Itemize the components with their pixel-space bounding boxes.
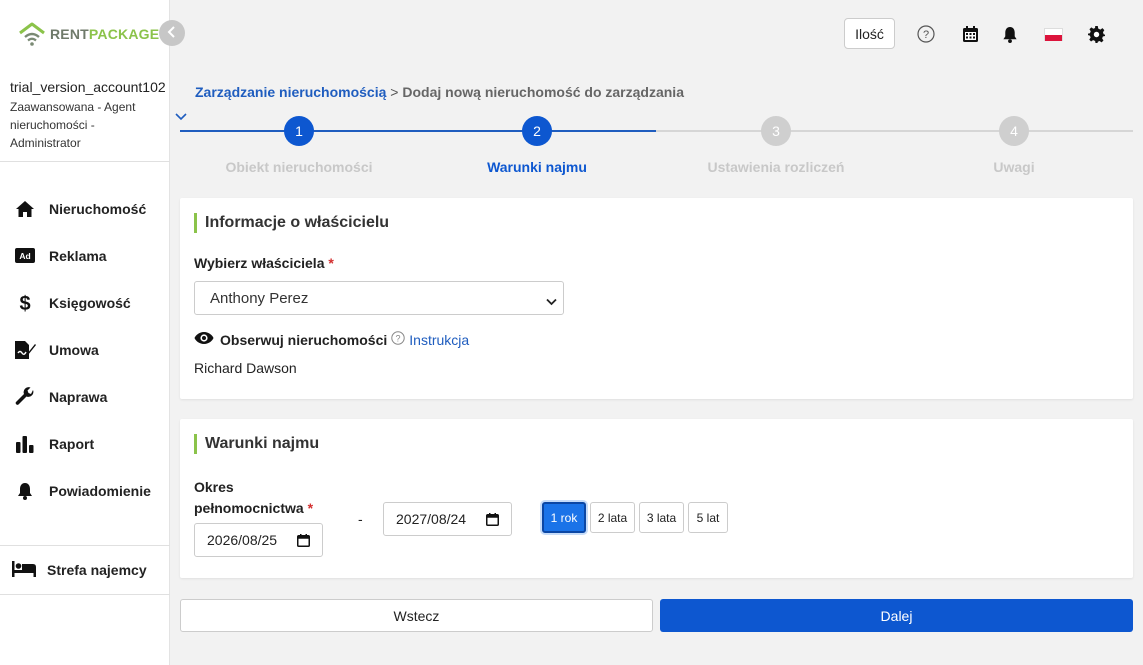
- step-4-circle[interactable]: 4: [999, 116, 1029, 146]
- svg-text:$: $: [19, 293, 30, 313]
- chevron-left-icon: [167, 25, 177, 41]
- calendar-icon[interactable]: [297, 534, 310, 550]
- wrench-icon: [14, 386, 36, 408]
- breadcrumb-current: Dodaj nową nieruchomość do zarządzania: [402, 84, 684, 100]
- home-icon: [14, 198, 36, 220]
- owner-select[interactable]: Anthony Perez: [194, 281, 564, 315]
- sidebar-item-umowa[interactable]: Umowa: [0, 326, 170, 373]
- wifi-house-icon: [18, 21, 46, 47]
- brand-logo[interactable]: RENTPACKAGE: [18, 20, 159, 48]
- brand-name: RENTPACKAGE: [50, 26, 159, 42]
- account-name: trial_version_account102: [10, 79, 166, 95]
- rental-terms-card: Warunki najmu Okres pełnomocnictwa * 202…: [180, 419, 1133, 578]
- bed-icon: [12, 560, 36, 580]
- date-range-separator: -: [358, 511, 363, 527]
- dollar-icon: $: [14, 292, 36, 314]
- next-button[interactable]: Dalej: [660, 599, 1133, 632]
- sidebar-item-strefa-najemcy[interactable]: Strefa najemcy: [0, 545, 170, 595]
- period-label-line1: Okres: [194, 479, 234, 495]
- breadcrumb: Zarządzanie nieruchomością > Dodaj nową …: [195, 84, 684, 100]
- gear-icon[interactable]: [1087, 25, 1105, 43]
- sidebar-item-label: Raport: [49, 435, 95, 452]
- required-mark: *: [328, 255, 334, 271]
- sidebar-item-powiadomienie[interactable]: Powiadomienie: [0, 467, 170, 514]
- sidebar-item-label: Reklama: [49, 247, 107, 264]
- brand-name-part2: PACKAGE: [88, 26, 160, 42]
- step-2-circle[interactable]: 2: [522, 116, 552, 146]
- stepper-remaining-line: [656, 130, 1133, 132]
- poland-flag-icon[interactable]: [1044, 28, 1063, 41]
- sidebar-item-naprawa[interactable]: Naprawa: [0, 373, 170, 420]
- sidebar-item-label: Umowa: [49, 341, 99, 358]
- account-info: trial_version_account102 Zaawansowana - …: [10, 78, 168, 152]
- observe-properties-row: Obserwuj nieruchomości ? Instrukcja: [194, 331, 469, 348]
- notification-bell-icon[interactable]: [1001, 25, 1019, 43]
- instruction-link[interactable]: Instrukcja: [409, 332, 469, 348]
- calendar-icon[interactable]: [486, 513, 499, 529]
- sidebar-item-reklama[interactable]: Ad Reklama: [0, 232, 170, 279]
- owner-select-value: Anthony Perez: [210, 289, 309, 307]
- step-1-circle[interactable]: 1: [284, 116, 314, 146]
- sidebar-item-label: Powiadomienie: [49, 482, 151, 499]
- owner-select-label-text: Wybierz właściciela: [194, 255, 325, 271]
- chevron-down-icon[interactable]: [175, 108, 187, 124]
- contract-icon: [14, 339, 36, 361]
- owner-info-card: Informacje o właścicielu Wybierz właścic…: [180, 198, 1133, 399]
- owner-select-label: Wybierz właściciela *: [194, 255, 334, 271]
- brand-name-part1: RENT: [50, 26, 89, 42]
- help-icon[interactable]: ?: [917, 25, 935, 43]
- calendar-icon[interactable]: [961, 25, 979, 43]
- eye-icon: [194, 331, 214, 348]
- start-date-input[interactable]: 2026/08/25: [194, 523, 323, 557]
- bar-chart-icon: [14, 433, 36, 455]
- back-button[interactable]: Wstecz: [180, 599, 653, 632]
- bell-icon: [14, 480, 36, 502]
- svg-text:Ad: Ad: [19, 251, 30, 261]
- step-2-label: Warunki najmu: [487, 159, 587, 175]
- help-icon[interactable]: ?: [391, 331, 405, 348]
- account-role: Zaawansowana - Agent nieruchomości - Adm…: [10, 100, 136, 150]
- duration-5-years-button[interactable]: 5 lat: [688, 502, 728, 533]
- step-4-label: Uwagi: [993, 159, 1035, 175]
- sidebar-item-label: Naprawa: [49, 388, 108, 405]
- sidebar-item-label: Księgowość: [49, 294, 131, 311]
- period-label-line2: pełnomocnictwa: [194, 500, 304, 516]
- observer-name: Richard Dawson: [194, 360, 297, 376]
- sidebar-item-label: Nieruchomość: [49, 200, 147, 217]
- sidebar-item-label: Strefa najemcy: [47, 562, 147, 578]
- duration-2-years-button[interactable]: 2 lata: [590, 502, 635, 533]
- observe-label: Obserwuj nieruchomości: [220, 331, 388, 348]
- stepper-progress-line: [180, 130, 656, 132]
- required-mark: *: [307, 500, 314, 516]
- sidebar-item-ksiegowosc[interactable]: $ Księgowość: [0, 279, 170, 326]
- period-label: Okres pełnomocnictwa *: [194, 477, 313, 519]
- sidebar-item-raport[interactable]: Raport: [0, 420, 170, 467]
- sidebar-collapse-button[interactable]: [159, 20, 185, 46]
- chevron-down-icon: [546, 293, 557, 310]
- svg-text:?: ?: [923, 29, 929, 41]
- duration-3-years-button[interactable]: 3 lata: [639, 502, 684, 533]
- breadcrumb-parent-link[interactable]: Zarządzanie nieruchomością: [195, 84, 386, 100]
- start-date-value: 2026/08/25: [207, 532, 278, 548]
- ad-icon: Ad: [14, 245, 36, 267]
- end-date-input[interactable]: 2027/08/24: [383, 502, 512, 536]
- quantity-button[interactable]: Ilość: [844, 18, 895, 49]
- owner-card-title: Informacje o właścicielu: [194, 213, 389, 233]
- step-3-label: Ustawienia rozliczeń: [707, 159, 845, 175]
- terms-card-title: Warunki najmu: [194, 434, 319, 454]
- divider: [0, 161, 170, 162]
- breadcrumb-separator: >: [390, 84, 399, 100]
- sidebar-nav: Nieruchomość Ad Reklama $ Księgowość Umo…: [0, 185, 170, 514]
- sidebar: RENTPACKAGE trial_version_account102 Zaa…: [0, 0, 170, 665]
- step-3-circle[interactable]: 3: [761, 116, 791, 146]
- end-date-value: 2027/08/24: [396, 511, 467, 527]
- duration-1-year-button[interactable]: 1 rok: [542, 502, 586, 533]
- step-1-label: Obiekt nieruchomości: [225, 159, 373, 175]
- sidebar-item-nieruchomosc[interactable]: Nieruchomość: [0, 185, 170, 232]
- svg-text:?: ?: [396, 334, 401, 344]
